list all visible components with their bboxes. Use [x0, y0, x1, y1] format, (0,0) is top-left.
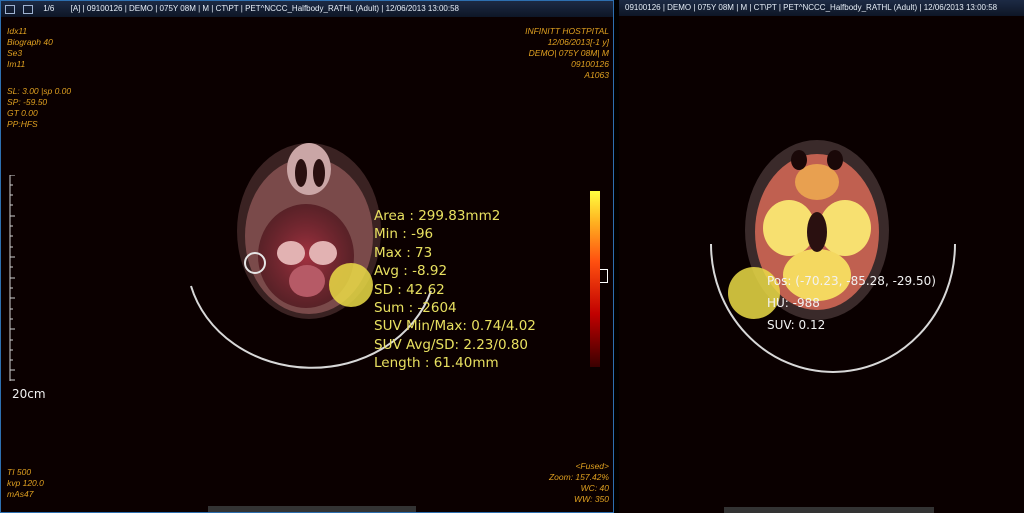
overlay-line: Biograph 40: [7, 37, 53, 47]
scale-label: 20cm: [12, 387, 46, 401]
overlay-line: mAs47: [7, 489, 34, 499]
measurement-max: Max : 73: [374, 244, 433, 261]
overlay-line: Se3: [7, 48, 23, 58]
left-viewport[interactable]: 1/6 [A] | 09100126 | DEMO | 075Y 08M | M…: [0, 0, 614, 513]
scale-ruler: [9, 175, 15, 381]
right-viewport[interactable]: 09100126 | DEMO | 075Y 08M | M | CT\PT |…: [619, 0, 1024, 513]
measurement-suv-minmax: SUV Min/Max: 0.74/4.02: [374, 318, 536, 335]
measurement-sd: SD : 42.62: [374, 281, 445, 298]
measurement-area: Area : 299.83mm2: [374, 208, 501, 224]
measurement-avg: Avg : -8.92: [374, 263, 448, 280]
overlay-line: SL: 3.00 |sp 0.00: [7, 86, 72, 96]
overlay-line: DEMO| 075Y 08M| M: [528, 48, 609, 58]
overlay-line: kvp 120.0: [7, 478, 44, 488]
overlay-line: 12/06/2013[-1 y]: [547, 37, 609, 47]
probe-hu: HU: -988: [767, 296, 820, 310]
overlay-line: WW: 350: [574, 494, 609, 504]
top-right-overlay: INFINITT HOSTPITAL 12/06/2013[-1 y] DEMO…: [525, 26, 609, 81]
overlay-line: WC: 40: [580, 483, 609, 493]
overlay-line: Idx11: [7, 26, 28, 36]
right-orientation-tab[interactable]: [724, 507, 934, 513]
window-level-handle[interactable]: [600, 269, 608, 283]
overlay-line: A1063: [584, 70, 609, 80]
overlay-line: Zoom: 157.42%: [548, 472, 609, 482]
top-left-overlay: Idx11 Biograph 40 Se3 Im11: [7, 26, 53, 70]
overlay-line: 09100126: [571, 59, 609, 69]
measurement-suv-avgsd: SUV Avg/SD: 2.23/0.80: [374, 336, 528, 353]
overlay-line: GT 0.00: [7, 108, 38, 118]
acquisition-params: SL: 3.00 |sp 0.00 SP: -59.50 GT 0.00 PP:…: [7, 86, 71, 130]
measurement-length: Length : 61.40mm: [374, 355, 499, 372]
overlay-line: SP: -59.50: [7, 97, 48, 107]
roi-circle[interactable]: [329, 263, 373, 307]
bottom-left-overlay: TI 500 kvp 120.0 mAs47: [7, 467, 44, 500]
overlay-line: TI 500: [7, 467, 32, 477]
measurement-min: Min : -96: [374, 226, 434, 243]
overlay-line: INFINITT HOSTPITAL: [525, 26, 609, 36]
probe-position: Pos: (-70.23, -85.28, -29.50): [767, 274, 936, 288]
fused-axial-image: [710, 140, 956, 373]
probe-suv: SUV: 0.12: [767, 318, 826, 332]
measurement-sum: Sum : -2604: [374, 299, 457, 316]
orientation-tab[interactable]: [208, 506, 416, 512]
overlay-line: <Fused>: [575, 461, 609, 471]
overlay-line: PP:HFS: [7, 119, 38, 129]
pet-colorbar: [590, 191, 600, 367]
overlay-line: Im11: [7, 59, 26, 69]
bottom-right-overlay: <Fused> Zoom: 157.42% WC: 40 WW: 350: [549, 461, 609, 505]
roi-measurement-panel: Area : 299.83mm2 Min : -96 Max : 73 Avg …: [374, 207, 536, 373]
probe-readout: Pos: (-70.23, -85.28, -29.50) HU: -988 S…: [767, 270, 936, 336]
